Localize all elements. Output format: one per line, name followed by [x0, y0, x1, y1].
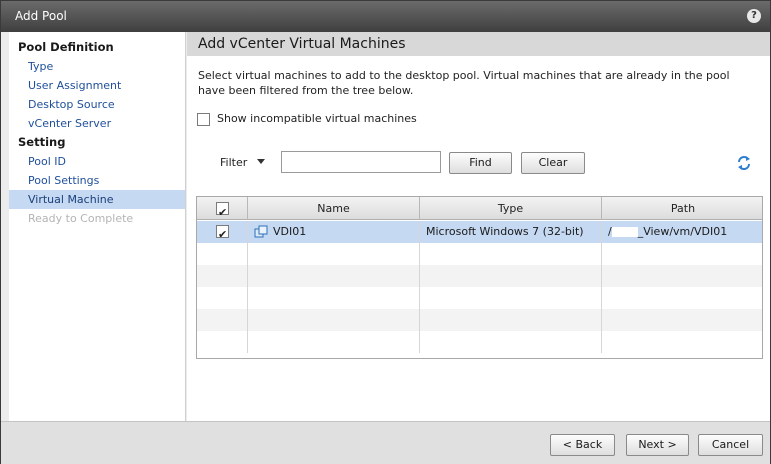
chevron-down-icon[interactable] [257, 159, 265, 164]
help-icon[interactable]: ? [747, 9, 761, 23]
nav-item-user-assignment[interactable]: User Assignment [9, 76, 185, 95]
cell-path: / _View/vm/VDI01 [602, 221, 762, 243]
cancel-button[interactable]: Cancel [698, 434, 763, 456]
next-button[interactable]: Next > [626, 434, 689, 456]
nav-item-virtual-machine[interactable]: Virtual Machine [9, 190, 185, 209]
refresh-icon[interactable] [736, 155, 752, 171]
empty-row [197, 265, 762, 287]
back-button[interactable]: < Back [550, 434, 615, 456]
cell-name: VDI01 [248, 221, 420, 243]
vm-table: Name Type Path VDI01 Microsoft Windows 7… [196, 196, 763, 359]
table-row[interactable]: VDI01 Microsoft Windows 7 (32-bit) /_Vie… [197, 221, 762, 243]
path-suffix: _View/vm/VDI01 [637, 225, 728, 238]
cell-type: Microsoft Windows 7 (32-bit) [420, 221, 602, 243]
column-header-path[interactable]: Path [602, 197, 762, 220]
show-incompatible-label: Show incompatible virtual machines [217, 112, 417, 125]
empty-row [197, 331, 762, 353]
nav-heading-pool-definition: Pool Definition [18, 40, 114, 54]
add-pool-dialog: Add Pool ? Pool Definition Type User Ass… [0, 0, 771, 464]
empty-row [197, 287, 762, 309]
row-select-cell [197, 221, 248, 243]
nav-item-desktop-source[interactable]: Desktop Source [9, 95, 185, 114]
panel-title: Add vCenter Virtual Machines [187, 32, 770, 56]
panel-content: Select virtual machines to add to the de… [187, 56, 770, 421]
find-button[interactable]: Find [449, 152, 512, 174]
select-all-checkbox[interactable] [216, 201, 229, 224]
header-select-cell [197, 197, 248, 224]
clear-button[interactable]: Clear [521, 152, 585, 174]
nav-heading-setting: Setting [18, 135, 66, 149]
filter-input[interactable] [281, 151, 441, 173]
table-header: Name Type Path [197, 197, 762, 224]
column-header-type[interactable]: Type [420, 197, 602, 220]
redacted-text [611, 227, 638, 237]
panel-description: Select virtual machines to add to the de… [198, 69, 730, 97]
empty-row [197, 243, 762, 265]
nav-item-pool-id[interactable]: Pool ID [9, 152, 185, 171]
column-header-name[interactable]: Name [248, 197, 420, 220]
dialog-footer: < Back Next > Cancel [1, 421, 770, 464]
empty-row [197, 309, 762, 331]
filter-dropdown[interactable]: Filter [220, 156, 247, 169]
nav-item-type[interactable]: Type [9, 57, 185, 76]
title-bar: Add Pool ? [1, 1, 770, 32]
show-incompatible-checkbox[interactable] [197, 113, 210, 126]
nav-item-ready-to-complete: Ready to Complete [28, 212, 134, 225]
wizard-nav: Pool Definition Type User Assignment Des… [9, 32, 186, 421]
dialog-title: Add Pool [15, 9, 67, 23]
nav-item-vcenter-server[interactable]: vCenter Server [9, 114, 185, 133]
nav-item-pool-settings[interactable]: Pool Settings [9, 171, 185, 190]
row-checkbox[interactable] [216, 224, 229, 243]
